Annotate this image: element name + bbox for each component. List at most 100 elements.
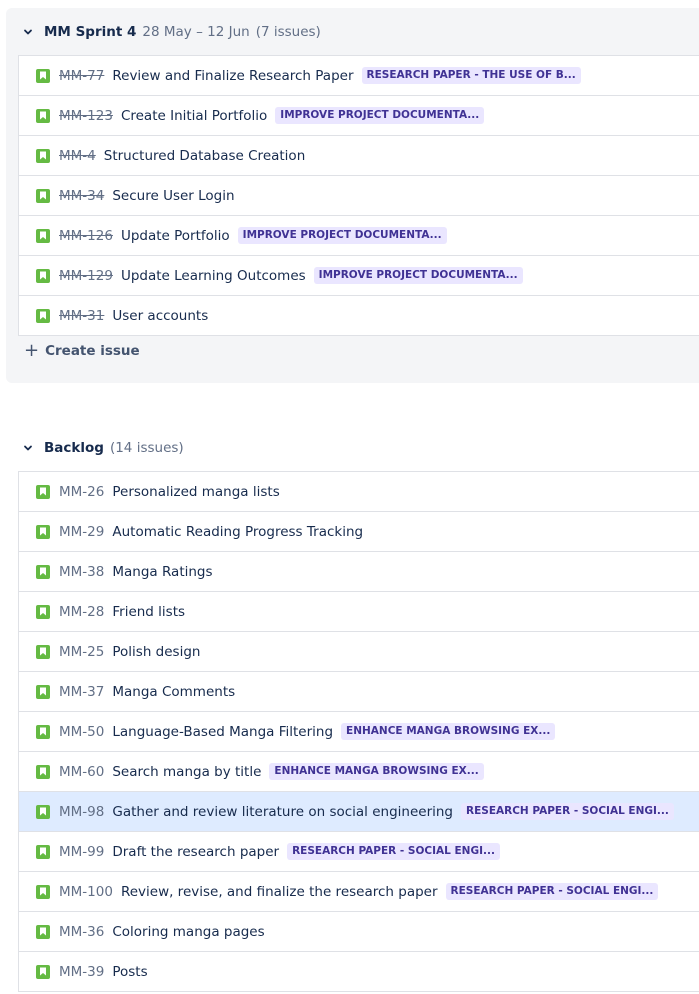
epic-lozenge[interactable]: IMPROVE PROJECT DOCUMENTA... [237, 227, 447, 244]
sprint-issue-count: (7 issues) [255, 24, 321, 40]
story-icon [36, 884, 50, 899]
issue-summary[interactable]: Posts [112, 964, 147, 980]
issue-row[interactable]: MM-129 Update Learning Outcomes IMPROVE PR… [19, 256, 699, 296]
epic-lozenge[interactable]: IMPROVE PROJECT DOCUMENTA... [275, 107, 485, 124]
story-icon [36, 964, 50, 979]
issue-key[interactable]: MM-129 [59, 268, 113, 284]
plus-icon: + [24, 340, 40, 361]
sprint-title: MM Sprint 4 [44, 24, 137, 40]
issue-key[interactable]: MM-29 [59, 524, 104, 540]
story-icon [36, 924, 50, 939]
issue-summary[interactable]: Coloring manga pages [112, 924, 264, 940]
story-icon [36, 148, 50, 163]
issue-row[interactable]: MM-25 Polish design [19, 632, 699, 672]
issue-row[interactable]: MM-34 Secure User Login [19, 176, 699, 216]
story-icon [36, 844, 50, 859]
story-icon [36, 308, 50, 323]
issue-key[interactable]: MM-34 [59, 188, 104, 204]
story-icon [36, 68, 50, 83]
story-icon [36, 764, 50, 779]
epic-lozenge[interactable]: IMPROVE PROJECT DOCUMENTA... [313, 267, 523, 284]
issue-row[interactable]: MM-60 Search manga by title ENHANCE MANGA … [19, 752, 699, 792]
backlog-header[interactable]: Backlog (14 issues) [20, 433, 184, 463]
issue-summary[interactable]: Friend lists [112, 604, 185, 620]
epic-lozenge[interactable]: ENHANCE MANGA BROWSING EX... [341, 723, 556, 740]
issue-summary[interactable]: Manga Comments [112, 684, 235, 700]
issue-row[interactable]: MM-4 Structured Database Creation [19, 136, 699, 176]
issue-key[interactable]: MM-99 [59, 844, 104, 860]
issue-key[interactable]: MM-4 [59, 148, 96, 164]
issue-key[interactable]: MM-36 [59, 924, 104, 940]
issue-row[interactable]: MM-38 Manga Ratings [19, 552, 699, 592]
issue-summary[interactable]: Update Portfolio [121, 228, 230, 244]
story-icon [36, 268, 50, 283]
issue-key[interactable]: MM-28 [59, 604, 104, 620]
issue-row[interactable]: MM-29 Automatic Reading Progress Tracking [19, 512, 699, 552]
chevron-down-icon[interactable] [20, 440, 36, 456]
issue-key[interactable]: MM-50 [59, 724, 104, 740]
issue-summary[interactable]: Review, revise, and finalize the researc… [121, 884, 438, 900]
story-icon [36, 724, 50, 739]
issue-row[interactable]: MM-26 Personalized manga lists [19, 472, 699, 512]
story-icon [36, 228, 50, 243]
issue-summary[interactable]: Manga Ratings [112, 564, 212, 580]
sprint-dates: 28 May – 12 Jun [142, 24, 250, 40]
create-issue-button[interactable]: + Create issue [24, 336, 140, 366]
sprint-issue-list: MM-77 Review and Finalize Research Paper R… [18, 55, 699, 336]
issue-key[interactable]: MM-26 [59, 484, 104, 500]
issue-key[interactable]: MM-31 [59, 308, 104, 324]
issue-summary[interactable]: Automatic Reading Progress Tracking [112, 524, 363, 540]
issue-key[interactable]: MM-123 [59, 108, 113, 124]
issue-row[interactable]: MM-36 Coloring manga pages [19, 912, 699, 952]
issue-row[interactable]: MM-98 Gather and review literature on soc… [19, 792, 699, 832]
story-icon [36, 524, 50, 539]
issue-row[interactable]: MM-123 Create Initial Portfolio IMPROVE PR… [19, 96, 699, 136]
issue-summary[interactable]: Language-Based Manga Filtering [112, 724, 333, 740]
issue-summary[interactable]: Gather and review literature on social e… [112, 804, 453, 820]
issue-key[interactable]: MM-100 [59, 884, 113, 900]
issue-key[interactable]: MM-37 [59, 684, 104, 700]
issue-key[interactable]: MM-38 [59, 564, 104, 580]
story-icon [36, 188, 50, 203]
issue-summary[interactable]: User accounts [112, 308, 208, 324]
story-icon [36, 804, 50, 819]
issue-summary[interactable]: Polish design [112, 644, 200, 660]
issue-row[interactable]: MM-31 User accounts [19, 296, 699, 336]
issue-row[interactable]: MM-99 Draft the research paper RESEARCH PA… [19, 832, 699, 872]
issue-row[interactable]: MM-50 Language-Based Manga Filtering ENHAN… [19, 712, 699, 752]
story-icon [36, 108, 50, 123]
issue-row[interactable]: MM-37 Manga Comments [19, 672, 699, 712]
epic-lozenge[interactable]: RESEARCH PAPER - SOCIAL ENGI... [445, 883, 659, 900]
issue-key[interactable]: MM-126 [59, 228, 113, 244]
epic-lozenge[interactable]: RESEARCH PAPER - THE USE OF B... [361, 67, 581, 84]
epic-lozenge[interactable]: RESEARCH PAPER - SOCIAL ENGI... [461, 803, 674, 820]
epic-lozenge[interactable]: ENHANCE MANGA BROWSING EX... [269, 763, 484, 780]
issue-row[interactable]: MM-100 Review, revise, and finalize the r… [19, 872, 699, 912]
issue-summary[interactable]: Draft the research paper [112, 844, 279, 860]
issue-summary[interactable]: Structured Database Creation [104, 148, 306, 164]
issue-summary[interactable]: Review and Finalize Research Paper [112, 68, 353, 84]
story-icon [36, 604, 50, 619]
epic-lozenge[interactable]: RESEARCH PAPER - SOCIAL ENGI... [287, 843, 500, 860]
issue-row[interactable]: MM-28 Friend lists [19, 592, 699, 632]
issue-key[interactable]: MM-25 [59, 644, 104, 660]
issue-summary[interactable]: Update Learning Outcomes [121, 268, 306, 284]
backlog-issue-list: MM-26 Personalized manga lists MM-29 Automa… [18, 471, 699, 992]
issue-row[interactable]: MM-39 Posts [19, 952, 699, 992]
issue-key[interactable]: MM-77 [59, 68, 104, 84]
backlog-issue-count: (14 issues) [109, 440, 184, 456]
issue-row[interactable]: MM-126 Update Portfolio IMPROVE PROJECT DO… [19, 216, 699, 256]
issue-key[interactable]: MM-98 [59, 804, 104, 820]
issue-key[interactable]: MM-39 [59, 964, 104, 980]
story-icon [36, 644, 50, 659]
issue-summary[interactable]: Create Initial Portfolio [121, 108, 267, 124]
story-icon [36, 684, 50, 699]
issue-summary[interactable]: Secure User Login [112, 188, 234, 204]
issue-summary[interactable]: Personalized manga lists [112, 484, 279, 500]
story-icon [36, 564, 50, 579]
issue-key[interactable]: MM-60 [59, 764, 104, 780]
sprint-header[interactable]: MM Sprint 4 28 May – 12 Jun (7 issues) [20, 17, 321, 47]
issue-summary[interactable]: Search manga by title [112, 764, 261, 780]
chevron-down-icon[interactable] [20, 24, 36, 40]
issue-row[interactable]: MM-77 Review and Finalize Research Paper R… [19, 56, 699, 96]
